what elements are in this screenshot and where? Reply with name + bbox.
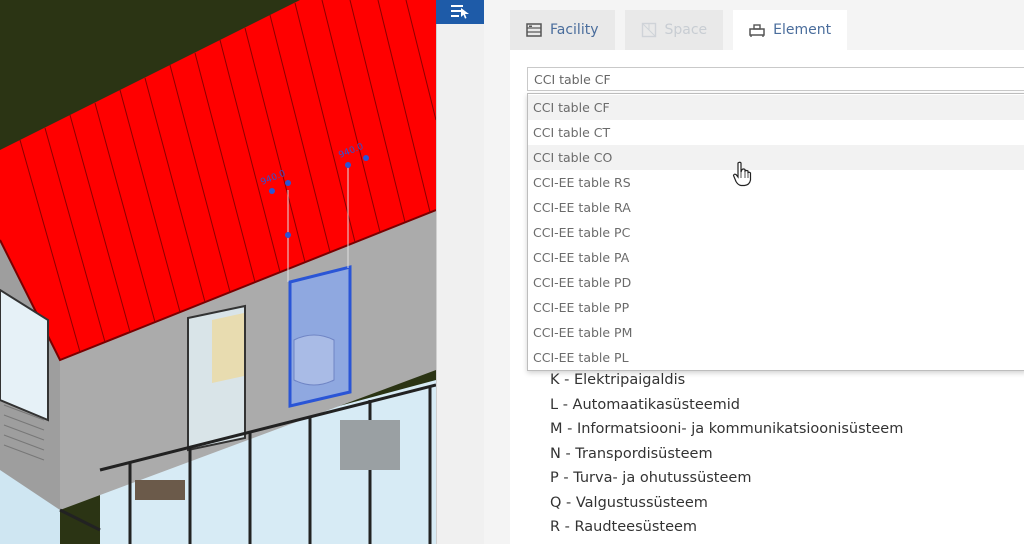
dropdown-option[interactable]: CCI-EE table PA	[528, 245, 1024, 270]
tool-strip	[436, 0, 485, 544]
select-list-icon	[451, 5, 469, 19]
dropdown-option[interactable]: CCI-EE table PD	[528, 270, 1024, 295]
dropdown-option[interactable]: CCI-EE table PM	[528, 320, 1024, 345]
properties-panel: Facility Space Element CCI table CF K - …	[484, 0, 1024, 544]
tab-facility[interactable]: Facility	[510, 10, 615, 50]
dropdown-option[interactable]: CCI-EE table PP	[528, 295, 1024, 320]
tab-bar: Facility Space Element	[510, 10, 848, 50]
tab-label: Space	[664, 22, 708, 38]
space-icon	[641, 22, 657, 38]
list-item[interactable]: R - Raudteesüsteem	[550, 515, 903, 540]
list-item[interactable]: K - Elektripaigaldis	[550, 368, 903, 393]
tab-space[interactable]: Space	[624, 10, 724, 50]
list-item[interactable]: P - Turva- ja ohutussüsteem	[550, 466, 903, 491]
dropdown-option[interactable]: CCI-EE table PL	[528, 345, 1024, 370]
dropdown-option[interactable]: CCI-EE table RA	[528, 195, 1024, 220]
element-content: CCI table CF K - Elektripaigaldis L - Au…	[510, 50, 1024, 544]
select-value: CCI table CF	[534, 71, 611, 87]
dropdown-option[interactable]: CCI-EE table PC	[528, 220, 1024, 245]
classification-dropdown: CCI table CF CCI table CT CCI table CO C…	[527, 93, 1024, 371]
element-icon	[749, 22, 765, 38]
3d-viewport[interactable]: 940.0 940.0	[0, 0, 436, 544]
classification-list: K - Elektripaigaldis L - Automaatikasüst…	[550, 368, 903, 540]
building-model: 940.0 940.0	[0, 0, 436, 544]
facility-icon	[526, 22, 542, 38]
list-item[interactable]: M - Informatsiooni- ja kommunikatsioonis…	[550, 417, 903, 442]
list-item[interactable]: Q - Valgustussüsteem	[550, 491, 903, 516]
dropdown-option[interactable]: CCI table CO	[528, 145, 1024, 170]
tab-label: Facility	[550, 22, 599, 38]
list-item[interactable]: N - Transpordisüsteem	[550, 442, 903, 467]
tab-label: Element	[773, 22, 832, 38]
classification-select[interactable]: CCI table CF	[527, 67, 1024, 91]
list-item[interactable]: L - Automaatikasüsteemid	[550, 393, 903, 418]
tab-element[interactable]: Element	[733, 10, 848, 50]
hand-cursor-icon	[732, 161, 752, 187]
select-tool-button[interactable]	[436, 0, 484, 24]
dropdown-option[interactable]: CCI table CF	[528, 95, 1024, 120]
dropdown-option[interactable]: CCI-EE table RS	[528, 170, 1024, 195]
dropdown-option[interactable]: CCI table CT	[528, 120, 1024, 145]
